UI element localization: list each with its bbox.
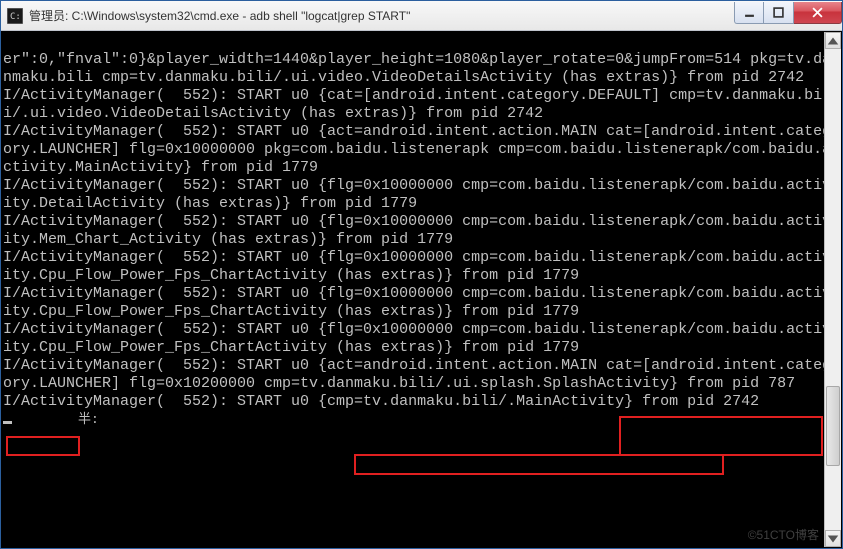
window-title: 管理员: C:\Windows\system32\cmd.exe - adb s…: [29, 7, 734, 24]
titlebar[interactable]: C: 管理员: C:\Windows\system32\cmd.exe - ad…: [1, 1, 842, 31]
log-line: I/ActivityManager( 552): START u0 {flg=0…: [3, 249, 831, 284]
close-button[interactable]: [794, 2, 842, 24]
cursor: [3, 421, 12, 424]
log-line: I/ActivityManager( 552): START u0 {cmp=t…: [3, 393, 759, 410]
minimize-button[interactable]: [734, 2, 764, 24]
scroll-down-button[interactable]: [825, 530, 841, 547]
log-line: I/ActivityManager( 552): START u0 {cat=[…: [3, 87, 831, 122]
watermark: ©51CTO博客: [748, 526, 819, 543]
cmd-icon: C:: [7, 8, 23, 24]
maximize-button[interactable]: [764, 2, 794, 24]
log-line: I/ActivityManager( 552): START u0 {flg=0…: [3, 213, 831, 248]
log-line: I/ActivityManager( 552): START u0 {act=a…: [3, 123, 831, 176]
cmd-window: C: 管理员: C:\Windows\system32\cmd.exe - ad…: [0, 0, 843, 549]
svg-text:C:: C:: [10, 12, 21, 22]
log-line: I/ActivityManager( 552): START u0 {flg=0…: [3, 177, 831, 212]
vertical-scrollbar[interactable]: [824, 32, 841, 547]
ime-indicator: 半:: [75, 411, 102, 429]
log-line: I/ActivityManager( 552): START u0 {flg=0…: [3, 285, 831, 320]
window-controls: [734, 2, 842, 24]
terminal-output[interactable]: er":0,"fnval":0}&player_width=1440&playe…: [1, 31, 842, 548]
log-line: I/ActivityManager( 552): START u0 {act=a…: [3, 357, 831, 392]
scroll-thumb[interactable]: [826, 386, 840, 466]
log-line: I/ActivityManager( 552): START u0 {flg=0…: [3, 321, 831, 356]
scroll-up-button[interactable]: [825, 32, 841, 49]
scroll-track[interactable]: [825, 49, 841, 530]
log-line: er":0,"fnval":0}&player_width=1440&playe…: [3, 51, 831, 86]
